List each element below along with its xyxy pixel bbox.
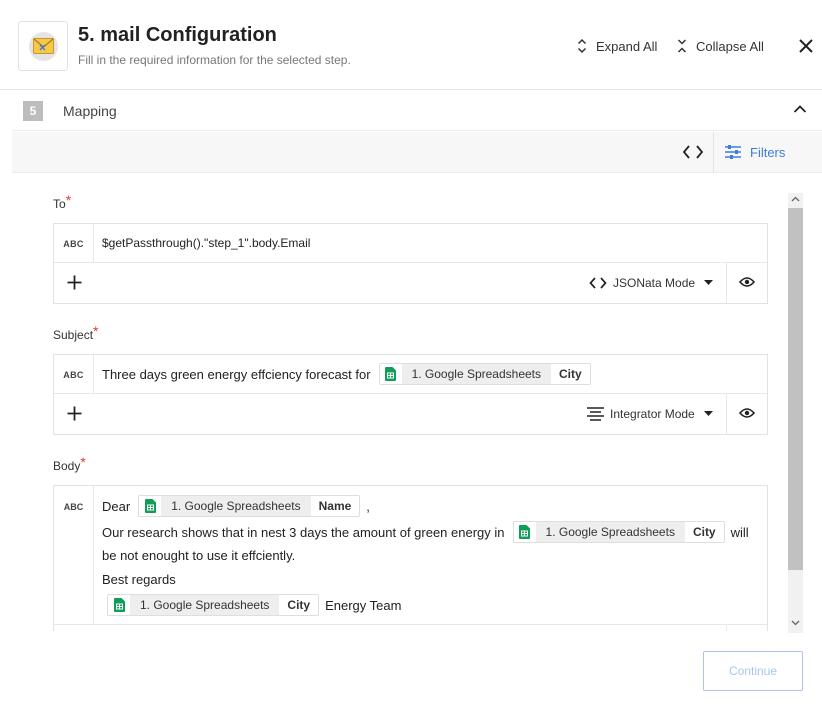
toolbar-divider <box>713 132 714 173</box>
filters-label: Filters <box>750 144 786 160</box>
body-text: Energy Team <box>325 597 402 613</box>
body-text: will <box>730 524 749 540</box>
google-sheets-icon <box>385 367 397 381</box>
pill-app-name: 1. Google Spreadsheets <box>401 364 551 384</box>
mapped-field-pill[interactable]: 1. Google Spreadsheets City <box>378 363 591 385</box>
text-lines-icon <box>587 407 604 421</box>
to-field-label: To* <box>53 192 72 211</box>
pill-app-name: 1. Google Spreadsheets <box>535 522 685 542</box>
subject-text: Three days green energy effciency foreca… <box>102 366 371 382</box>
mapped-field-pill[interactable]: 1. Google Spreadsheets City <box>512 521 725 543</box>
pill-field-name: City <box>287 598 311 612</box>
filters-button[interactable]: Filters <box>724 143 785 161</box>
filter-sliders-icon <box>725 145 741 159</box>
pill-field-name: City <box>559 367 582 381</box>
body-text: Our research shows that in nest 3 days t… <box>102 524 505 540</box>
add-mapping-plus-icon[interactable] <box>67 406 82 421</box>
body-label-text: Body <box>53 459 81 473</box>
continue-button[interactable]: Continue <box>703 651 803 691</box>
caret-down-icon <box>703 411 713 416</box>
to-mode-dropdown[interactable]: JSONata Mode <box>589 275 714 291</box>
eye-icon[interactable] <box>739 407 755 419</box>
scrollbar-thumb[interactable] <box>788 208 803 570</box>
collapse-all-label: Collapse All <box>696 38 764 54</box>
step-number-badge: 5 <box>23 101 43 121</box>
pill-field-name: Name <box>318 499 352 513</box>
text-type-badge: ABC <box>54 355 94 393</box>
to-label-text: To <box>53 197 66 211</box>
add-mapping-plus-icon[interactable] <box>67 275 82 290</box>
text-type-badge: ABC <box>54 224 94 262</box>
body-line-3: be not enought to use it effciently. <box>102 548 295 563</box>
app-icon <box>18 21 68 71</box>
to-input[interactable]: $getPassthrough()."step_1".body.Email <box>102 236 310 250</box>
dialog-footer <box>0 633 822 704</box>
scroll-up-arrow-icon[interactable] <box>791 196 800 202</box>
to-mode-label: JSONata Mode <box>613 276 696 290</box>
body-line-5: 1. Google Spreadsheets City Energy Team <box>102 594 401 616</box>
body-field-label: Body* <box>53 454 86 473</box>
subject-label-text: Subject <box>53 328 94 342</box>
mail-envelope-icon <box>33 38 54 54</box>
collapse-all-button[interactable]: Collapse All <box>677 37 764 55</box>
scroll-down-arrow-icon[interactable] <box>791 620 800 626</box>
body-text: , <box>366 498 370 514</box>
expand-all-label: Expand All <box>596 38 658 54</box>
required-mark: * <box>80 454 86 470</box>
subject-mode-label: Integrator Mode <box>610 407 695 421</box>
section-title: Mapping <box>63 103 117 119</box>
pill-app-name: 1. Google Spreadsheets <box>130 595 280 615</box>
mapping-section-header[interactable]: 5 Mapping <box>12 91 822 131</box>
footer-divider <box>726 394 727 434</box>
expand-all-button[interactable]: Expand All <box>577 37 657 55</box>
dialog-header: 5. mail Configuration Fill in the requir… <box>0 0 822 90</box>
mapped-field-pill[interactable]: 1. Google Spreadsheets City <box>107 594 320 616</box>
body-text: be not enought to use it effciently. <box>102 548 296 563</box>
subject-field: ABC Three days green energy effciency fo… <box>53 354 768 435</box>
caret-down-icon <box>704 280 714 285</box>
expand-icon <box>577 38 587 54</box>
chevron-up-icon[interactable] <box>793 104 807 114</box>
google-sheets-icon <box>113 598 125 612</box>
page-subtitle: Fill in the required information for the… <box>78 53 351 67</box>
mapping-toolbar: Filters <box>12 132 822 173</box>
pill-app-name: 1. Google Spreadsheets <box>161 496 311 516</box>
page-title: 5. mail Configuration <box>78 24 277 46</box>
body-text: Best regards <box>102 572 176 587</box>
eye-icon[interactable] <box>739 276 755 288</box>
code-view-icon[interactable] <box>682 143 704 161</box>
text-type-badge: ABC <box>54 486 94 624</box>
body-line-1: Dear 1. Google Spreadsheets Name , <box>102 495 370 517</box>
to-field: ABC $getPassthrough()."step_1".body.Emai… <box>53 223 768 304</box>
code-brackets-icon <box>589 277 607 289</box>
body-line-4: Best regards <box>102 572 176 587</box>
subject-mode-dropdown[interactable]: Integrator Mode <box>587 406 713 422</box>
subject-input[interactable]: Three days green energy effciency foreca… <box>102 363 591 385</box>
required-mark: * <box>93 323 99 339</box>
body-text: Dear <box>102 498 131 514</box>
body-footer-divider <box>54 624 767 625</box>
body-line-2: Our research shows that in nest 3 days t… <box>102 521 749 543</box>
google-sheets-icon <box>519 525 531 539</box>
mapped-field-pill[interactable]: 1. Google Spreadsheets Name <box>138 495 361 517</box>
body-field[interactable]: ABC Dear 1. Google Spreadsheets Name , O… <box>53 485 768 631</box>
footer-divider <box>726 263 727 303</box>
required-mark: * <box>65 192 72 208</box>
google-sheets-icon <box>144 499 156 513</box>
collapse-icon <box>677 39 687 53</box>
close-icon[interactable] <box>797 37 815 55</box>
pill-field-name: City <box>692 525 716 539</box>
subject-field-label: Subject* <box>53 323 99 342</box>
footer-divider <box>726 625 727 631</box>
